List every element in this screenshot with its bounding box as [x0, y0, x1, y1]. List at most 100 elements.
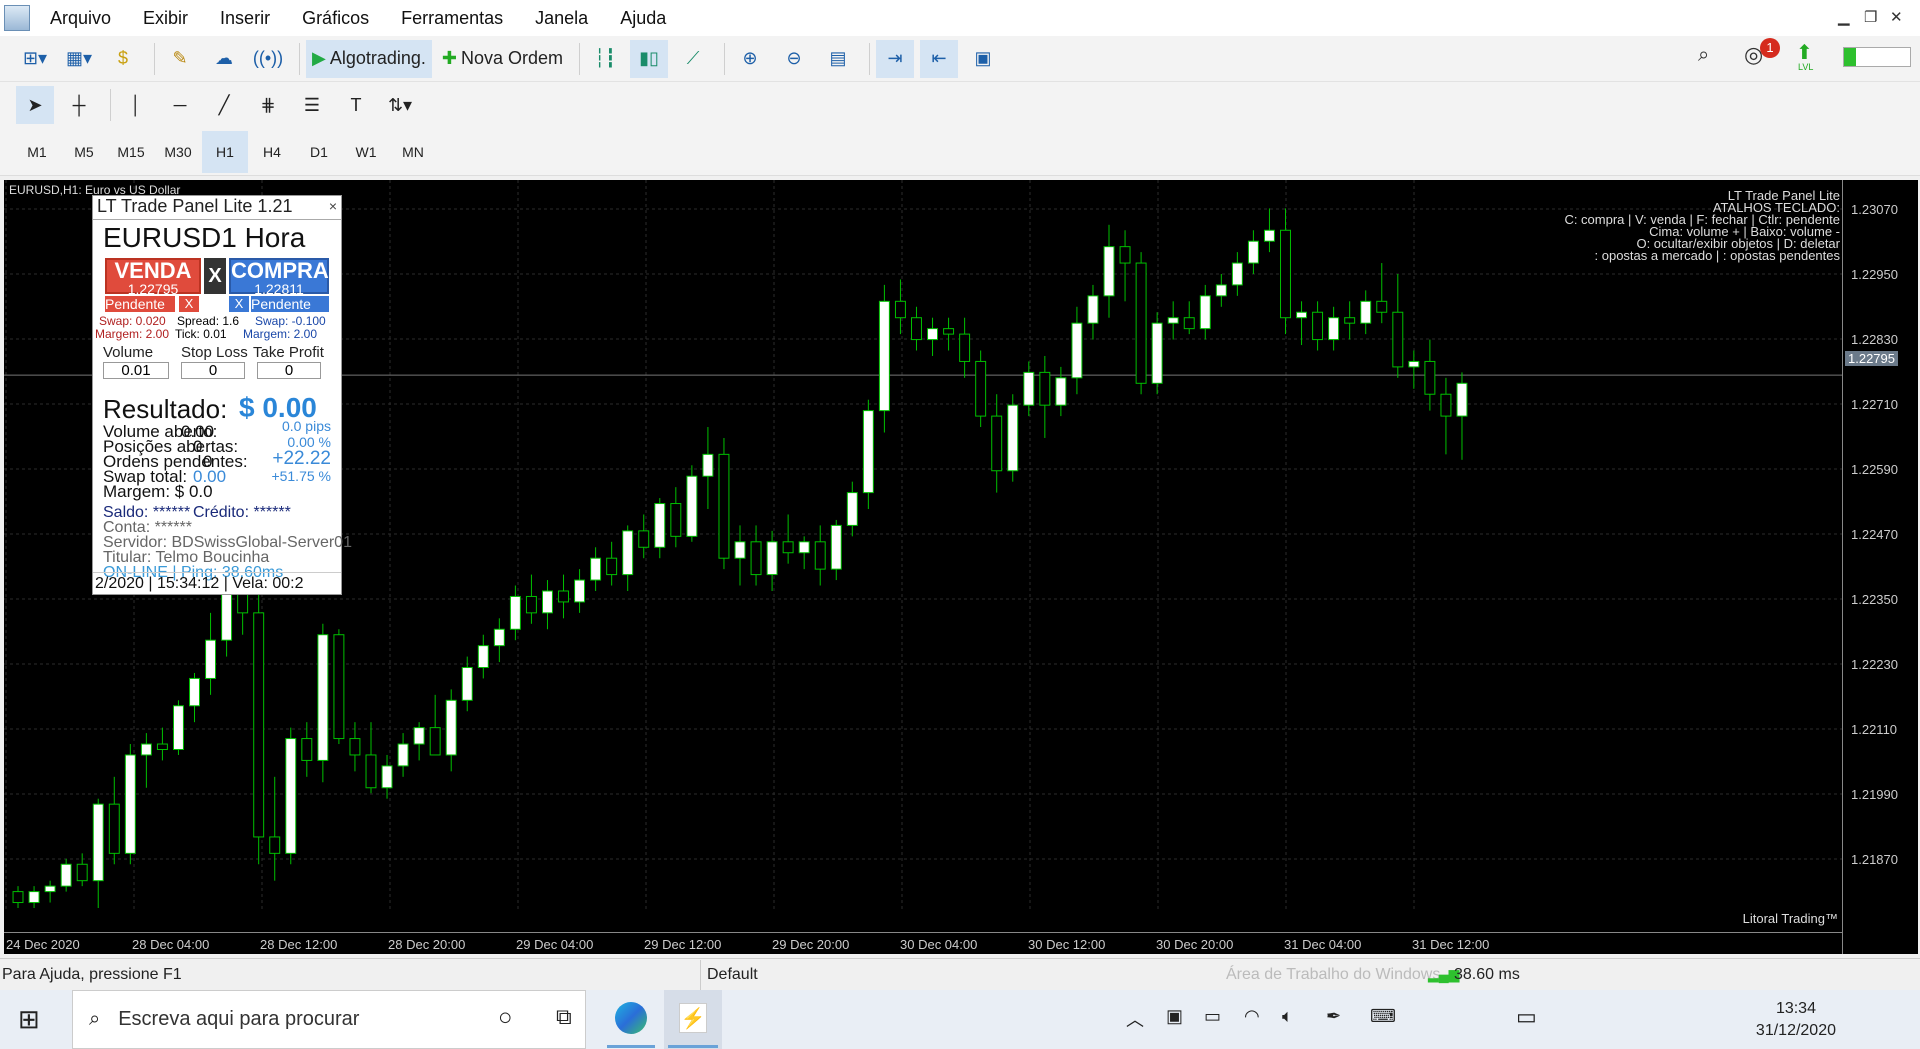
crosshair-icon[interactable]: ┼ — [60, 86, 98, 124]
pending-buy-button[interactable]: Pendente — [251, 296, 329, 312]
terminal-icon[interactable]: ☁ — [205, 40, 243, 78]
new-order-button[interactable]: ✚ Nova Ordem — [438, 40, 567, 78]
close-all-button[interactable]: X — [204, 258, 226, 294]
panel-close-icon[interactable]: × — [329, 198, 337, 214]
panel-titlebar[interactable]: LT Trade Panel Lite 1.21 × — [93, 196, 341, 220]
candle-body — [285, 738, 297, 854]
candle-body — [445, 699, 457, 756]
time-label: 29 Dec 12:00 — [644, 937, 722, 952]
tile-windows-icon[interactable]: ▤ — [819, 40, 857, 78]
search-icon[interactable]: ⌕ — [1698, 44, 1709, 67]
trendline-icon[interactable]: ╱ — [205, 86, 243, 124]
menu-graficos[interactable]: Gráficos — [302, 8, 369, 29]
candle-body — [654, 503, 666, 548]
price-label: 1.22470 — [1851, 527, 1898, 542]
candle-body — [782, 541, 794, 554]
candle-body — [140, 743, 152, 756]
timeframe-h4[interactable]: H4 — [249, 131, 295, 173]
candle-body — [638, 530, 650, 548]
new-order-label: Nova Ordem — [461, 48, 564, 68]
main-toolbar: ⊞▾ ▦▾ $ ✎ ☁ ((•)) ▶ Algotrading. ✚ Nova … — [0, 36, 1920, 82]
battery-icon[interactable]: ▭ — [1204, 1006, 1221, 1027]
menu-janela[interactable]: Janela — [535, 8, 588, 29]
navigator-icon[interactable]: ✎ — [161, 40, 199, 78]
edge-icon[interactable] — [615, 1002, 647, 1034]
time-label: 30 Dec 04:00 — [900, 937, 978, 952]
app-icon[interactable] — [4, 5, 30, 31]
pending-sell-close-button[interactable]: X — [179, 296, 199, 312]
equidistant-channel-icon[interactable]: ⋕ — [249, 86, 287, 124]
task-view-icon[interactable]: ⧉ — [556, 1004, 572, 1030]
price-label: 1.22830 — [1851, 332, 1898, 347]
line-chart-icon[interactable]: ⟋ — [674, 40, 712, 78]
tray-meet-icon[interactable]: ▣ — [1166, 1006, 1183, 1027]
vertical-line-icon[interactable]: │ — [117, 86, 155, 124]
buy-button[interactable]: COMPRA 1.22811 — [229, 258, 329, 296]
tray-chevron-icon[interactable]: ︿ — [1126, 1006, 1144, 1032]
cursor-icon[interactable]: ➤ — [16, 86, 54, 124]
chart-window[interactable]: EURUSD,H1: Euro vs US Dollar LT Trade Pa… — [4, 180, 1918, 954]
notification-badge[interactable]: 1 — [1760, 38, 1780, 58]
arrows-icon[interactable]: ⇅▾ — [381, 86, 419, 124]
new-chart-icon[interactable]: ⊞▾ — [16, 40, 54, 78]
clock-date: 31/12/2020 — [1755, 1022, 1836, 1039]
timeframe-m1[interactable]: M1 — [14, 131, 60, 173]
keyboard-icon[interactable]: ⌨ — [1370, 1006, 1396, 1027]
stop-loss-input[interactable]: 0 — [181, 362, 245, 379]
candle-body — [1135, 262, 1147, 384]
candle-body — [1183, 317, 1195, 330]
menu-exibir[interactable]: Exibir — [143, 8, 188, 29]
timeframe-w1[interactable]: W1 — [343, 131, 389, 173]
templates-icon[interactable]: ▣ — [964, 40, 1002, 78]
restore-icon[interactable]: ❐ — [1864, 8, 1877, 26]
windows-start-icon[interactable]: ⊞ — [18, 1004, 40, 1035]
panel-footer: 2/2020 | 15:34:12 | Vela: 00:2 — [93, 572, 341, 594]
candle-body — [814, 541, 826, 570]
signals-icon[interactable]: ((•)) — [249, 40, 287, 78]
timeframe-m15[interactable]: M15 — [108, 131, 154, 173]
time-axis[interactable]: 24 Dec 2020 28 Dec 04:00 28 Dec 12:00 28… — [4, 932, 1842, 954]
candle-body — [1055, 377, 1067, 406]
profiles-icon[interactable]: ▦▾ — [60, 40, 98, 78]
zoom-out-icon[interactable]: ⊖ — [775, 40, 813, 78]
pending-buy-close-button[interactable]: X — [229, 296, 249, 312]
autoscroll-icon[interactable]: ⇥ — [876, 39, 915, 78]
pen-icon[interactable]: ✒ — [1326, 1006, 1341, 1027]
take-profit-input[interactable]: 0 — [257, 362, 321, 379]
candle-body — [1344, 317, 1356, 324]
price-axis[interactable]: 1.23070 1.22950 1.22830 1.22710 1.22590 … — [1842, 180, 1918, 954]
metatrader-taskbar-button[interactable]: ⚡ — [664, 990, 722, 1049]
menu-ajuda[interactable]: Ajuda — [620, 8, 666, 29]
timeframe-m30[interactable]: M30 — [155, 131, 201, 173]
zoom-in-icon[interactable]: ⊕ — [731, 40, 769, 78]
menu-ferramentas[interactable]: Ferramentas — [401, 8, 503, 29]
timeframe-h1[interactable]: H1 — [202, 130, 248, 173]
timeframe-m5[interactable]: M5 — [61, 131, 107, 173]
market-watch-icon[interactable]: $ — [104, 40, 142, 78]
volume-icon[interactable]: 🔈︎ — [1282, 1006, 1293, 1027]
sell-button[interactable]: VENDA 1.22795 — [105, 258, 201, 296]
price-label: 1.22110 — [1851, 722, 1898, 737]
candlestick-icon[interactable]: ▮▯ — [630, 39, 669, 78]
chart-shift-icon[interactable]: ⇤ — [920, 39, 959, 78]
close-icon[interactable]: ✕ — [1890, 8, 1903, 26]
volume-input[interactable]: 0.01 — [103, 362, 169, 379]
menu-inserir[interactable]: Inserir — [220, 8, 270, 29]
algotrading-button[interactable]: ▶ Algotrading. — [306, 39, 432, 78]
taskbar-clock[interactable]: 13:34 31/12/2020 — [1756, 998, 1836, 1042]
cortana-icon[interactable]: ○ — [498, 1004, 513, 1032]
notifications-icon[interactable]: ▭ — [1516, 1004, 1537, 1030]
panel-title: LT Trade Panel Lite 1.21 — [97, 196, 293, 216]
minimize-icon[interactable]: ▁ — [1838, 8, 1850, 26]
horizontal-line-icon[interactable]: ─ — [161, 86, 199, 124]
timeframe-d1[interactable]: D1 — [296, 131, 342, 173]
fibonacci-icon[interactable]: ☰ — [293, 86, 331, 124]
timeframe-mn[interactable]: MN — [390, 131, 436, 173]
bar-chart-icon[interactable]: ┆┇ — [586, 40, 624, 78]
text-icon[interactable]: T — [337, 86, 375, 124]
search-placeholder: Escreva aqui para procurar — [118, 1008, 360, 1030]
keyboard-shortcuts-info: LT Trade Panel Lite ATALHOS TECLADO: C: … — [1564, 189, 1840, 262]
wifi-icon[interactable]: ◠ — [1244, 1006, 1260, 1027]
pending-sell-button[interactable]: Pendente — [105, 296, 175, 312]
menu-arquivo[interactable]: Arquivo — [50, 8, 111, 29]
